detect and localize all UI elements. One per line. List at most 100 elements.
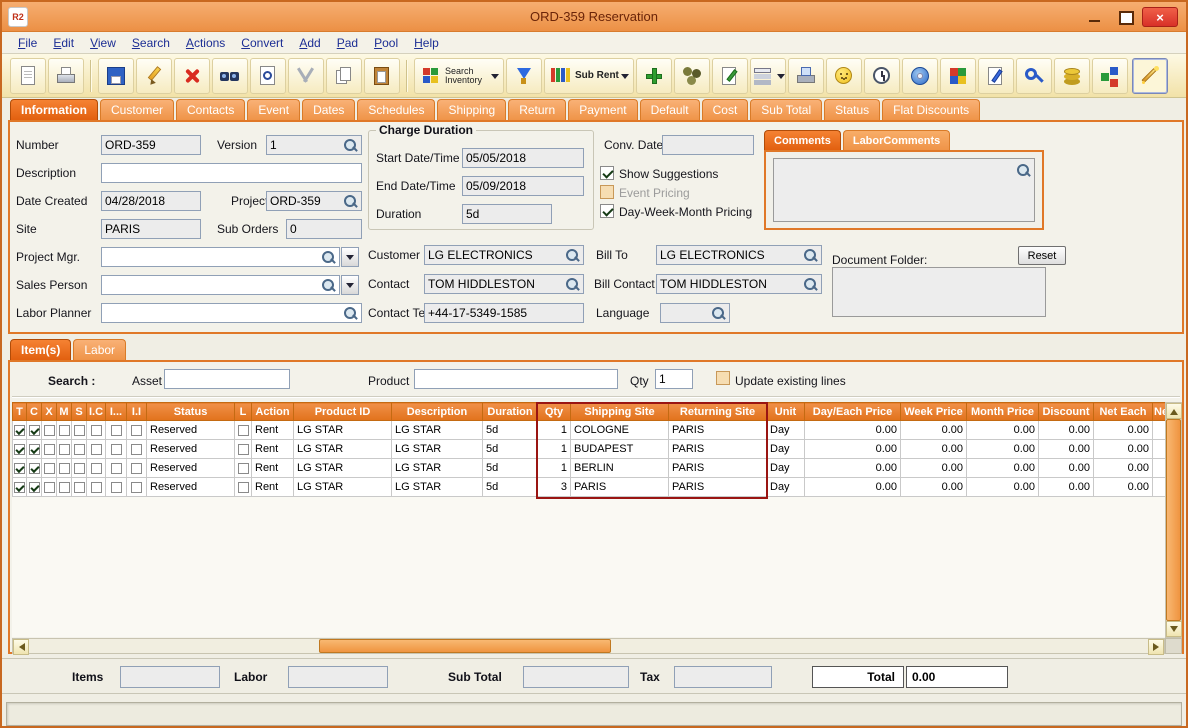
table-row[interactable]: ReservedRentLG STARLG STAR5d1COLOGNEPARI…: [13, 421, 1166, 440]
vertical-scrollbar[interactable]: [1165, 402, 1182, 638]
duration-field[interactable]: 5d: [462, 204, 552, 224]
key-button[interactable]: [1016, 58, 1052, 94]
pool-button[interactable]: [674, 58, 710, 94]
row-flag-checkbox[interactable]: [111, 482, 122, 493]
language-field[interactable]: [660, 303, 730, 323]
row-flag-checkbox[interactable]: [131, 482, 142, 493]
minimize-button[interactable]: [1082, 8, 1106, 26]
row-flag-checkbox[interactable]: [14, 425, 25, 436]
bill-contact-lookup-icon[interactable]: [803, 276, 818, 292]
clock-button[interactable]: [864, 58, 900, 94]
tab-default[interactable]: Default: [640, 99, 700, 120]
tab-labor[interactable]: Labor: [73, 339, 126, 360]
row-flag-checkbox[interactable]: [29, 463, 40, 474]
day-week-month-pricing-checkbox[interactable]: [600, 204, 614, 218]
row-flag-checkbox[interactable]: [44, 444, 55, 455]
bill-to-field[interactable]: LG ELECTRONICS: [656, 245, 822, 265]
column-header-x[interactable]: X: [42, 403, 57, 421]
column-header-ne[interactable]: Ne: [1153, 403, 1166, 421]
row-l-checkbox[interactable]: [238, 444, 249, 455]
column-header-i-c[interactable]: I.C: [87, 403, 106, 421]
table-row[interactable]: ReservedRentLG STARLG STAR5d1BUDAPESTPAR…: [13, 440, 1166, 459]
row-flag-checkbox[interactable]: [59, 482, 70, 493]
column-header-m[interactable]: M: [57, 403, 72, 421]
column-header-l[interactable]: L: [235, 403, 252, 421]
project-mgr-field[interactable]: [101, 247, 340, 267]
document-folder-box[interactable]: [832, 267, 1046, 317]
row-flag-checkbox[interactable]: [111, 444, 122, 455]
customer-field[interactable]: LG ELECTRONICS: [424, 245, 584, 265]
tab-customer[interactable]: Customer: [100, 99, 174, 120]
tab-status[interactable]: Status: [824, 99, 880, 120]
column-header-action[interactable]: Action: [252, 403, 294, 421]
qty-input[interactable]: 1: [655, 369, 693, 389]
event-pricing-checkbox[interactable]: [600, 185, 614, 199]
row-flag-checkbox[interactable]: [91, 425, 102, 436]
column-header-description[interactable]: Description: [392, 403, 483, 421]
sub-orders-field[interactable]: 0: [286, 219, 362, 239]
menu-file[interactable]: File: [10, 35, 45, 51]
menu-pad[interactable]: Pad: [329, 35, 366, 51]
project-field[interactable]: ORD-359: [266, 191, 362, 211]
row-flag-checkbox[interactable]: [14, 482, 25, 493]
column-header-returning-site[interactable]: Returning Site: [669, 403, 767, 421]
row-l-checkbox[interactable]: [238, 425, 249, 436]
start-date-field[interactable]: 05/05/2018: [462, 148, 584, 168]
tab-item-s[interactable]: Item(s): [10, 339, 71, 360]
row-flag-checkbox[interactable]: [29, 482, 40, 493]
find-button[interactable]: [212, 58, 248, 94]
bill-contact-field[interactable]: TOM HIDDLESTON: [656, 274, 822, 294]
labor-planner-lookup-icon[interactable]: [343, 305, 358, 321]
column-header-c[interactable]: C: [27, 403, 42, 421]
menu-convert[interactable]: Convert: [233, 35, 291, 51]
tab-payment[interactable]: Payment: [568, 99, 637, 120]
project-lookup-icon[interactable]: [343, 193, 358, 209]
row-l-checkbox[interactable]: [238, 463, 249, 474]
column-header-unit[interactable]: Unit: [767, 403, 805, 421]
asset-input[interactable]: [164, 369, 290, 389]
version-field[interactable]: 1: [266, 135, 362, 155]
row-flag-checkbox[interactable]: [74, 425, 85, 436]
row-flag-checkbox[interactable]: [131, 444, 142, 455]
sub-rent-button[interactable]: Sub Rent: [544, 58, 634, 94]
language-lookup-icon[interactable]: [711, 305, 726, 321]
customer-lookup-icon[interactable]: [565, 247, 580, 263]
wand-button[interactable]: [1132, 58, 1168, 94]
reset-button[interactable]: Reset: [1018, 246, 1066, 265]
save-button[interactable]: [98, 58, 134, 94]
tab-event[interactable]: Event: [247, 99, 300, 120]
menu-pool[interactable]: Pool: [366, 35, 406, 51]
menu-help[interactable]: Help: [406, 35, 447, 51]
tab-return[interactable]: Return: [508, 99, 566, 120]
close-button[interactable]: ×: [1142, 7, 1178, 27]
scroll-left-button[interactable]: [13, 639, 29, 655]
sales-person-lookup-icon[interactable]: [321, 277, 336, 293]
menu-search[interactable]: Search: [124, 35, 178, 51]
update-existing-lines-checkbox[interactable]: [716, 371, 730, 385]
menu-edit[interactable]: Edit: [45, 35, 82, 51]
search-inventory-button[interactable]: Search Inventory: [414, 58, 504, 94]
horizontal-scrollbar[interactable]: [12, 638, 1165, 654]
tab-contacts[interactable]: Contacts: [176, 99, 245, 120]
tab-schedules[interactable]: Schedules: [357, 99, 435, 120]
comments-lookup-icon[interactable]: [1016, 162, 1031, 178]
column-header-net-each[interactable]: Net Each: [1094, 403, 1153, 421]
column-header-product-id[interactable]: Product ID: [294, 403, 392, 421]
delete-button[interactable]: [174, 58, 210, 94]
row-flag-checkbox[interactable]: [29, 425, 40, 436]
bill-to-lookup-icon[interactable]: [803, 247, 818, 263]
column-header-day-each-price[interactable]: Day/Each Price: [805, 403, 901, 421]
print-button[interactable]: [48, 58, 84, 94]
cut-button[interactable]: [288, 58, 324, 94]
scroll-up-button[interactable]: [1166, 403, 1182, 419]
date-created-field[interactable]: 04/28/2018: [101, 191, 201, 211]
copy-button[interactable]: [326, 58, 362, 94]
column-header-status[interactable]: Status: [147, 403, 235, 421]
tab-flat-discounts[interactable]: Flat Discounts: [882, 99, 980, 120]
column-header-duration[interactable]: Duration: [483, 403, 538, 421]
column-header-week-price[interactable]: Week Price: [901, 403, 967, 421]
column-header-shipping-site[interactable]: Shipping Site: [571, 403, 669, 421]
row-flag-checkbox[interactable]: [74, 444, 85, 455]
disc-button[interactable]: [902, 58, 938, 94]
row-flag-checkbox[interactable]: [131, 463, 142, 474]
